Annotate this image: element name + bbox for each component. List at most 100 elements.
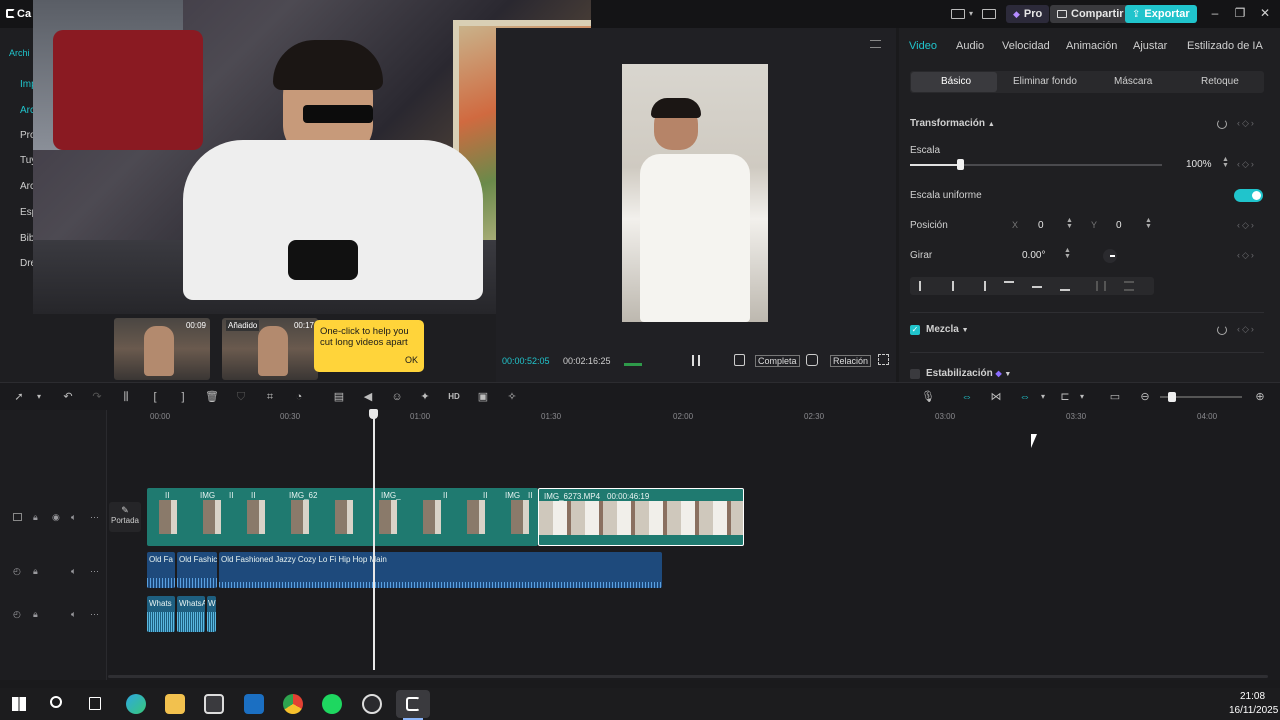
subtab-retouch[interactable]: Retoque xyxy=(1201,76,1239,87)
cover-button[interactable]: ✎ Portada xyxy=(109,502,141,532)
more-icon[interactable]: ⋯ xyxy=(90,566,99,577)
subtab-mask[interactable]: Máscara xyxy=(1114,76,1152,87)
align-center-h-icon[interactable] xyxy=(952,281,962,291)
track-box-icon[interactable] xyxy=(13,513,22,521)
stepper-icon[interactable]: ▲ ▼ xyxy=(1064,247,1071,260)
zoom-slider-handle[interactable] xyxy=(1168,392,1176,402)
redo-icon[interactable]: ↷ xyxy=(90,390,104,404)
chevron-down-icon[interactable]: ▾ xyxy=(969,9,973,18)
voice-clip[interactable]: W xyxy=(207,596,216,632)
thumbnail-icon[interactable]: ▭ xyxy=(1108,390,1122,404)
close-button[interactable]: ✕ xyxy=(1256,6,1274,22)
audio-clip[interactable]: Old Fashioned Jazzy Cozy Lo Fi Hip Hop M… xyxy=(219,552,662,588)
scale-slider-handle[interactable] xyxy=(957,159,965,170)
chevron-down-icon[interactable]: ▾ xyxy=(1075,390,1089,404)
keyframe-icon[interactable]: ‹◇› xyxy=(1237,220,1256,231)
task-view-icon[interactable] xyxy=(89,697,101,710)
lock-icon[interactable]: 🔒︎ xyxy=(33,512,38,523)
timeline-scrollbar[interactable] xyxy=(108,675,1268,678)
zoom-out-icon[interactable]: ⊖ xyxy=(1138,390,1152,404)
audio-clip[interactable]: Old Fa xyxy=(147,552,175,588)
tab-video[interactable]: Video xyxy=(909,40,937,52)
split-right-icon[interactable]: ] xyxy=(176,390,190,404)
restore-button[interactable]: ❐ xyxy=(1231,6,1249,22)
media-thumb[interactable]: Añadido 00:17 xyxy=(222,318,318,380)
playhead-handle[interactable] xyxy=(369,409,378,419)
ai-tool-icon[interactable]: ✧ xyxy=(505,390,519,404)
align-right-icon[interactable] xyxy=(976,281,986,291)
tab-adjust[interactable]: Ajustar xyxy=(1133,40,1167,52)
freeze-icon[interactable]: ▣ xyxy=(476,390,490,404)
crop-icon[interactable] xyxy=(734,354,745,366)
rotate-value[interactable]: 0.00° xyxy=(1022,250,1045,261)
lock-icon[interactable]: 🔒︎ xyxy=(33,609,38,620)
more-icon[interactable]: ⋯ xyxy=(90,512,99,523)
reset-icon[interactable] xyxy=(1217,325,1227,335)
magic-icon[interactable]: ✦ xyxy=(418,390,432,404)
pos-x-value[interactable]: 0 xyxy=(1038,220,1044,231)
full-quality-button[interactable]: Completa xyxy=(755,355,800,367)
shield-icon[interactable]: ⛉ xyxy=(234,390,248,404)
uniform-scale-toggle[interactable] xyxy=(1234,189,1263,202)
stabilization-heading[interactable]: Estabilización ◆ ▼ xyxy=(926,368,1011,379)
volume-icon[interactable]: 🔈︎ xyxy=(71,512,76,523)
tab-animation[interactable]: Animación xyxy=(1066,40,1117,52)
speed-icon[interactable]: ◔ xyxy=(292,390,306,404)
chevron-down-icon[interactable]: ▾ xyxy=(32,390,46,404)
pause-icon[interactable] xyxy=(692,355,700,366)
clock-date[interactable]: 16/11/2025 xyxy=(1229,705,1278,716)
crop-icon[interactable]: ⌗ xyxy=(263,390,277,404)
caption-icon[interactable]: ▤ xyxy=(332,390,346,404)
volume-icon[interactable]: 🔈︎ xyxy=(71,566,76,577)
audio-track-icon[interactable]: ◴ xyxy=(13,609,21,620)
shortcut-icon[interactable] xyxy=(982,9,996,19)
spotify-icon[interactable] xyxy=(322,694,342,714)
person-ai-icon[interactable]: ☺ xyxy=(390,390,404,404)
snap-icon[interactable]: ⋈ xyxy=(989,390,1003,404)
pos-y-value[interactable]: 0 xyxy=(1116,220,1122,231)
rotate-dial[interactable] xyxy=(1103,249,1117,263)
layout-icon[interactable] xyxy=(951,9,965,19)
chrome-icon[interactable] xyxy=(283,694,303,714)
audio-track-icon[interactable]: ◴ xyxy=(13,566,21,577)
align-left-icon[interactable] xyxy=(919,281,929,291)
search-icon[interactable] xyxy=(50,696,62,708)
chevron-down-icon[interactable]: ▾ xyxy=(1036,390,1050,404)
audio-clip[interactable]: Old Fashic xyxy=(177,552,217,588)
keyframe-icon[interactable]: ‹◇› xyxy=(1237,118,1256,129)
menu-icon[interactable] xyxy=(870,40,881,48)
hd-icon[interactable]: HD xyxy=(447,390,461,404)
distribute-h-icon[interactable] xyxy=(1096,281,1106,291)
tooltip-ok-button[interactable]: OK xyxy=(405,355,418,366)
video-clip-group[interactable]: II IMG II II IMG_62 IMG_ II II IMG II xyxy=(147,488,538,546)
outlook-icon[interactable] xyxy=(244,694,264,714)
blend-checkbox[interactable]: ✓ xyxy=(910,325,920,335)
delete-icon[interactable]: 🗑 xyxy=(205,390,219,404)
tab-audio[interactable]: Audio xyxy=(956,40,984,52)
volume-icon[interactable]: 🔈︎ xyxy=(71,609,76,620)
ratio-button[interactable]: Relación xyxy=(830,355,872,367)
subtab-remove-bg[interactable]: Eliminar fondo xyxy=(1013,76,1077,87)
folder-icon[interactable] xyxy=(165,694,185,714)
stepper-icon[interactable]: ▲ ▼ xyxy=(1066,217,1073,230)
capcut-icon[interactable] xyxy=(396,690,430,718)
screenshot-icon[interactable] xyxy=(806,354,818,366)
keyframe-icon[interactable]: ‹◇› xyxy=(1237,159,1256,170)
eye-icon[interactable]: ◉ xyxy=(52,512,60,523)
split-icon[interactable]: ⫼ xyxy=(119,390,133,404)
audio-edit-icon[interactable]: ◀ xyxy=(361,390,375,404)
subtab-basic[interactable]: Básico xyxy=(941,76,971,87)
preview-axis-icon[interactable]: ⊏ xyxy=(1058,390,1072,404)
share-button[interactable]: Compartir xyxy=(1050,5,1131,23)
split-left-icon[interactable]: [ xyxy=(148,390,162,404)
keyframe-icon[interactable]: ‹◇› xyxy=(1237,324,1256,335)
align-top-icon[interactable] xyxy=(1004,281,1014,291)
stabilization-checkbox[interactable] xyxy=(910,369,920,379)
microphone-icon[interactable]: 🎙 xyxy=(921,390,935,404)
media-thumb[interactable]: 00:09 xyxy=(114,318,210,380)
align-bottom-icon[interactable] xyxy=(1060,281,1070,291)
tab-ai-style[interactable]: Estilizado de IA xyxy=(1187,40,1263,52)
transform-heading[interactable]: Transformación ▲ xyxy=(910,118,995,129)
zoom-in-icon[interactable]: ⊕ xyxy=(1253,390,1267,404)
reset-icon[interactable] xyxy=(1217,119,1227,129)
